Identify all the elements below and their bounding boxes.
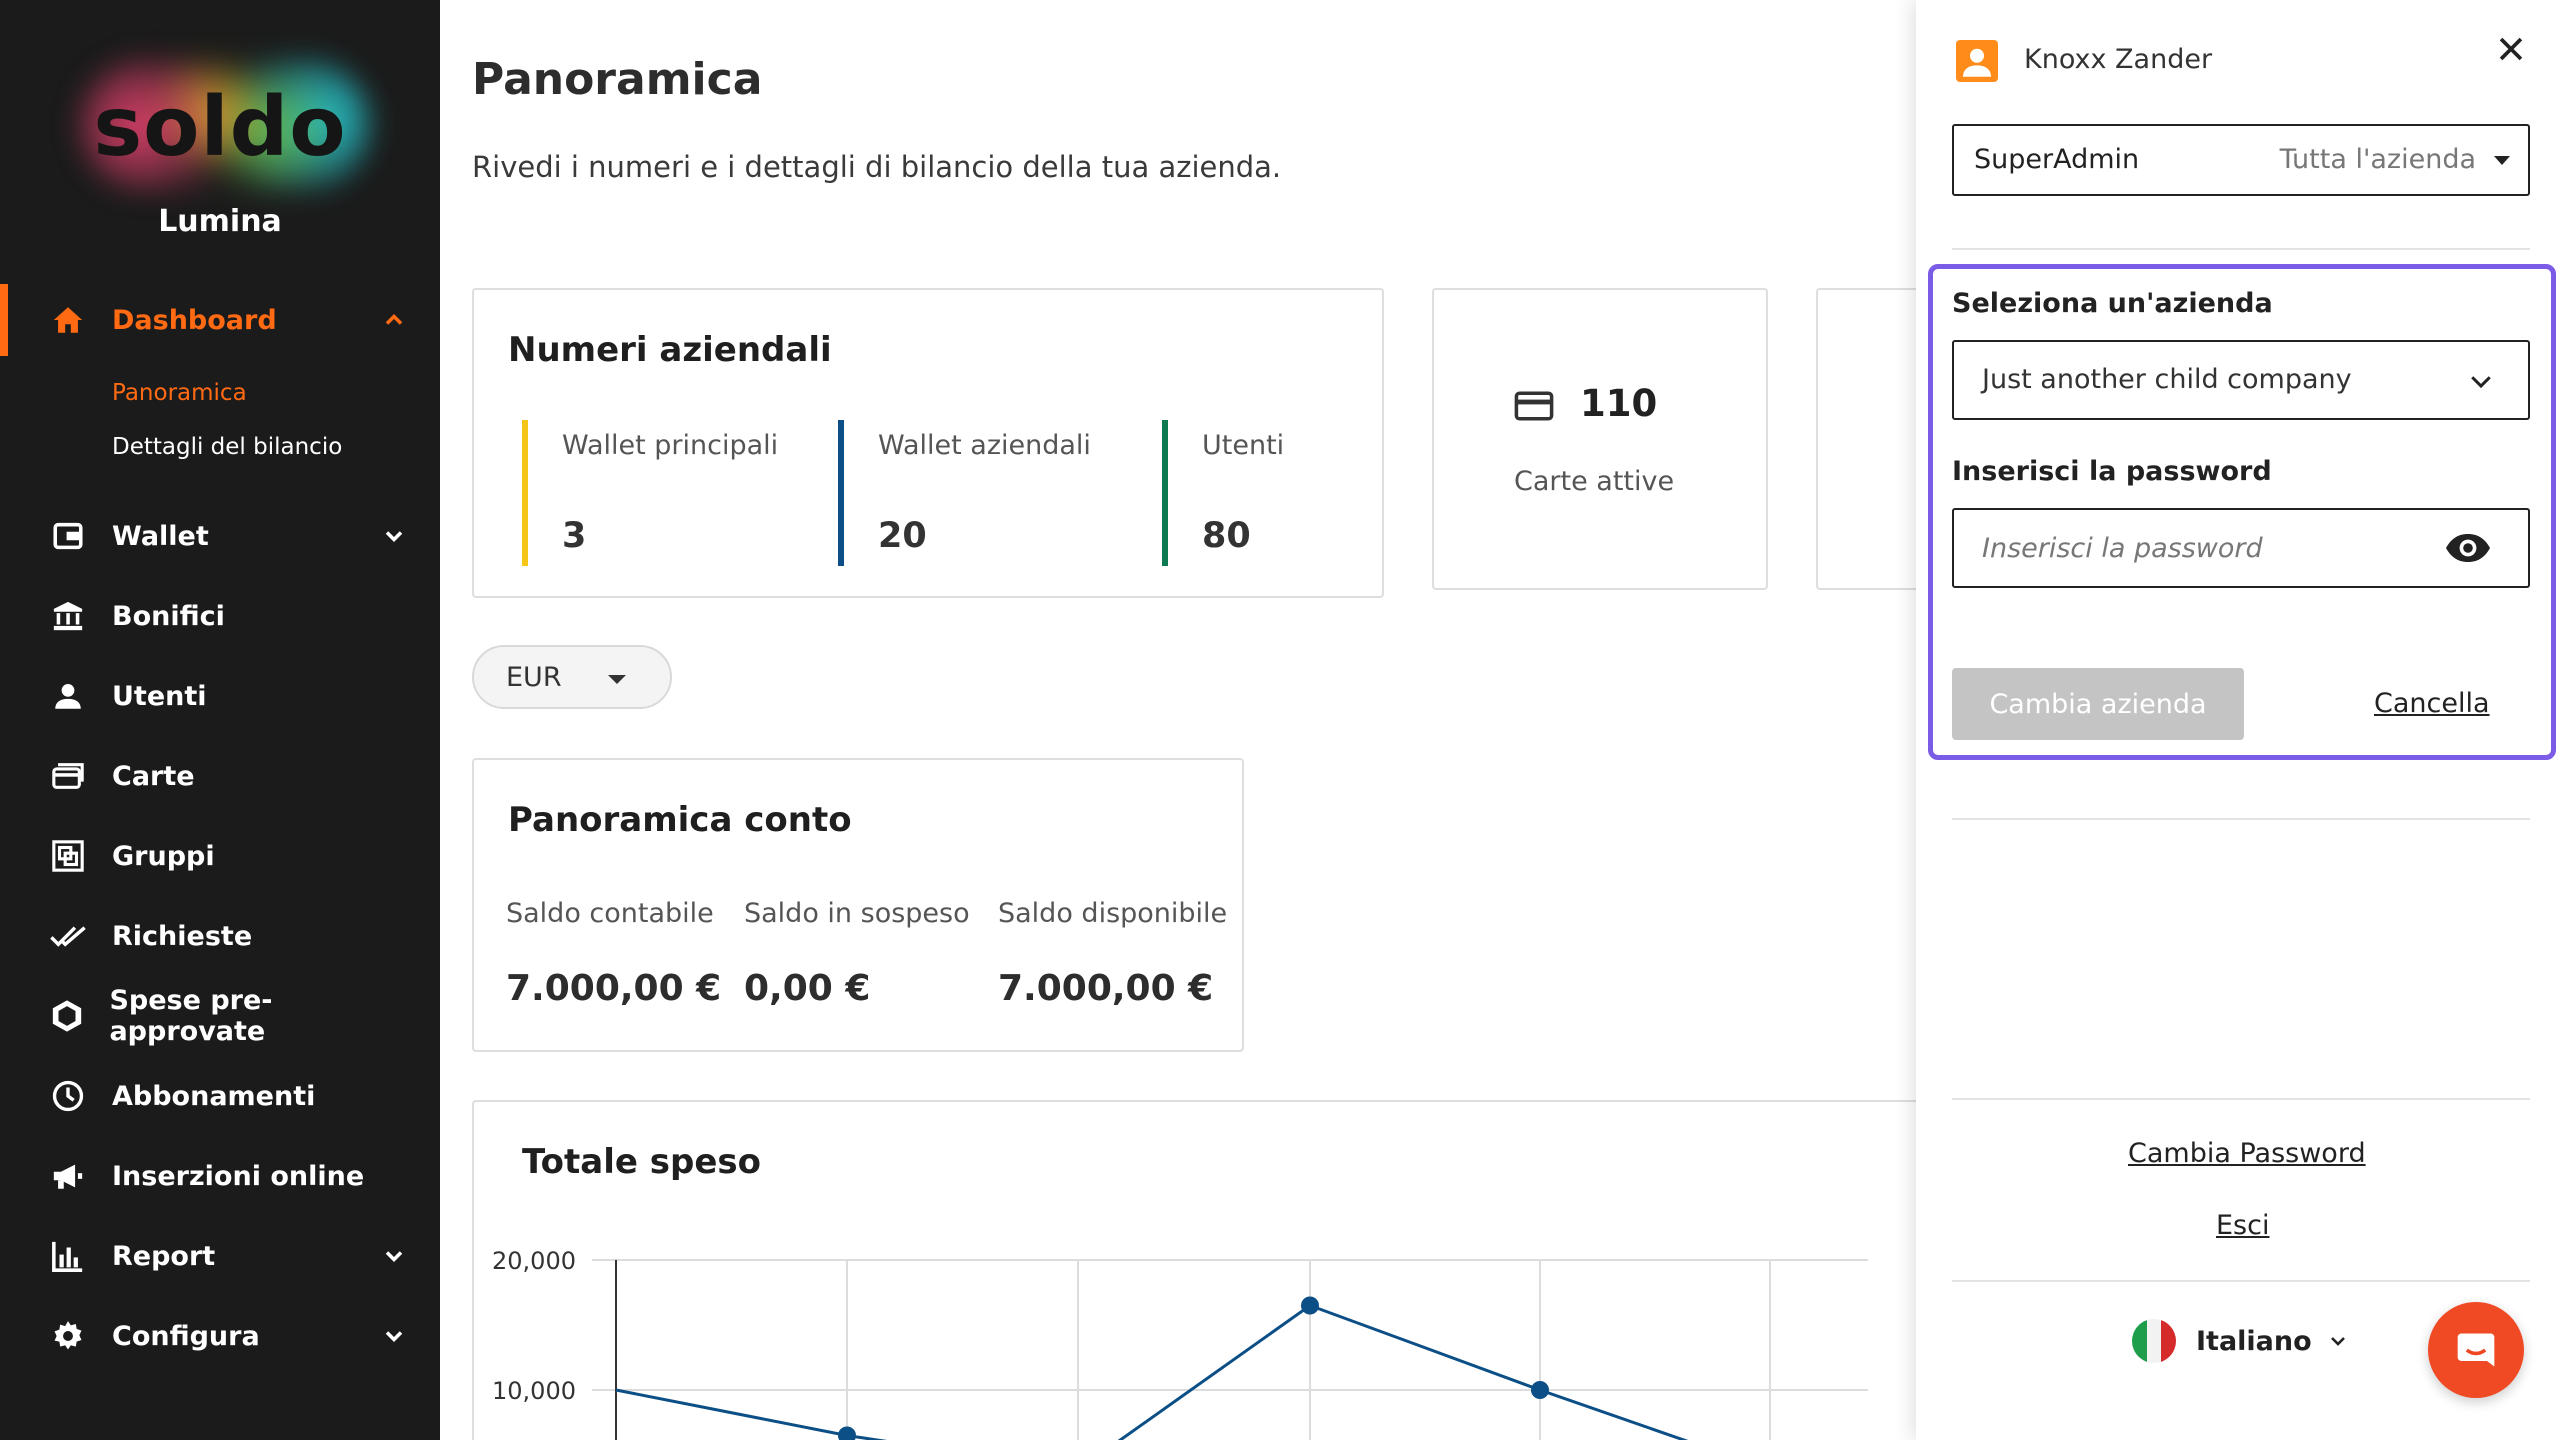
cards-icon (48, 756, 88, 796)
sidebar-item-label: Report (112, 1240, 216, 1272)
sidebar-item-label: Configura (112, 1320, 260, 1352)
account-panel: Knoxx Zander SuperAdmin Tutta l'azienda … (1916, 0, 2560, 1440)
sidebar-item-label: Utenti (112, 680, 207, 712)
sidebar-item-label: Gruppi (112, 840, 215, 872)
sidebar-item-dashboard[interactable]: Dashboard (48, 292, 408, 348)
chevron-down-icon (2471, 376, 2491, 389)
spend-line-chart: 20,000 10,000 (492, 1247, 1868, 1440)
double-check-icon (48, 916, 88, 956)
sidebar-item-label: Spese pre-approvate (109, 985, 273, 1047)
sidebar-item-utenti[interactable]: Utenti (48, 668, 408, 724)
credit-card-icon (1514, 391, 1554, 421)
sidebar-item-wallet[interactable]: Wallet (48, 508, 408, 564)
card-title: Totale speso (522, 1142, 762, 1182)
sidebar-item-label: Carte (112, 760, 195, 792)
scope-value: Tutta l'azienda (2279, 144, 2476, 175)
sidebar-item-label: Dashboard (112, 304, 277, 336)
balance-label-disponibile: Saldo disponibile (998, 898, 1228, 929)
chat-icon (2457, 1333, 2495, 1367)
chevron-down-icon (385, 1331, 403, 1342)
italy-flag-icon (2132, 1319, 2176, 1363)
divider (1952, 1280, 2530, 1282)
language-value: Italiano (2196, 1325, 2312, 1357)
bar-chart-icon (48, 1236, 88, 1276)
sidebar-item-label: Wallet (112, 520, 209, 552)
series-line (615, 1303, 1689, 1440)
sidebar-item-inserzioni-online[interactable]: Inserzioni online (48, 1148, 408, 1204)
caret-down-icon (2494, 156, 2510, 165)
sidebar-item-bonifici[interactable]: Bonifici (48, 588, 408, 644)
sidebar-item-gruppi[interactable]: Gruppi (48, 828, 408, 884)
bank-icon (48, 596, 88, 636)
user-name: Knoxx Zander (2024, 44, 2213, 75)
active-indicator (0, 284, 8, 356)
role-select[interactable]: SuperAdmin Tutta l'azienda (1952, 124, 2530, 196)
company-name: Lumina (158, 204, 282, 239)
groups-icon (48, 836, 88, 876)
data-point[interactable] (838, 1426, 856, 1440)
chevron-down-icon (2330, 1337, 2345, 1346)
sidebar-item-configura[interactable]: Configura (48, 1308, 408, 1364)
role-value: SuperAdmin (1974, 144, 2140, 175)
page-title: Panoramica (472, 54, 763, 105)
select-company-label: Seleziona un'azienda (1952, 288, 2273, 319)
sidebar-item-carte[interactable]: Carte (48, 748, 408, 804)
active-cards-label: Carte attive (1514, 466, 1675, 497)
sidebar-item-label: Bonifici (112, 600, 225, 632)
divider (1952, 1098, 2530, 1100)
wallet-icon (48, 516, 88, 556)
megaphone-icon (48, 1156, 88, 1196)
sidebar-item-label: Abbonamenti (112, 1080, 316, 1112)
balance-value-contabile: 7.000,00 € (506, 968, 722, 1009)
chat-support-button[interactable] (2428, 1302, 2524, 1398)
eye-icon[interactable] (2444, 530, 2492, 566)
sidebar-item-spese-pre-approvate[interactable]: Spese pre-approvate (48, 985, 408, 1047)
hexagon-icon (48, 996, 85, 1036)
chevron-down-icon (385, 531, 403, 542)
gear-icon (48, 1316, 88, 1356)
divider (1952, 818, 2530, 820)
password-label: Inserisci la password (1952, 456, 2272, 487)
home-icon (48, 300, 88, 340)
active-cards-count: 110 (1580, 382, 1658, 425)
sidebar-item-abbonamenti[interactable]: Abbonamenti (48, 1068, 408, 1124)
active-cards-card[interactable]: 110 Carte attive (1432, 288, 1768, 590)
company-select-value: Just another child company (1982, 364, 2352, 395)
soldo-logo: soldo (60, 40, 380, 210)
sidebar-item-label: Inserzioni online (112, 1160, 365, 1192)
currency-select[interactable]: EUR (472, 645, 672, 709)
change-password-link[interactable]: Cambia Password (2128, 1138, 2366, 1169)
y-tick-label: 20,000 (492, 1247, 576, 1275)
user-icon (48, 676, 88, 716)
user-avatar-icon (1956, 40, 1998, 82)
currency-value: EUR (506, 661, 562, 693)
data-point[interactable] (1301, 1296, 1319, 1315)
card-title: Numeri aziendali (508, 330, 832, 370)
sidebar: soldo Lumina Dashboard Panoramica Dettag… (0, 0, 440, 1440)
balance-value-disponibile: 7.000,00 € (998, 968, 1214, 1009)
card-title: Panoramica conto (508, 800, 852, 840)
language-select[interactable]: Italiano (2132, 1316, 2350, 1366)
balance-value-sospeso: 0,00 € (744, 968, 871, 1009)
clock-icon (48, 1076, 88, 1116)
chevron-down-icon (385, 1251, 403, 1262)
y-tick-label: 10,000 (492, 1377, 576, 1405)
sidebar-subitem-panoramica[interactable]: Panoramica (112, 380, 247, 406)
logout-link[interactable]: Esci (2216, 1210, 2269, 1241)
switch-company-button[interactable]: Cambia azienda (1952, 668, 2244, 740)
balance-label-sospeso: Saldo in sospeso (744, 898, 970, 929)
divider (1952, 248, 2530, 250)
chevron-up-icon (385, 314, 403, 325)
sidebar-item-label: Richieste (112, 920, 253, 952)
sidebar-item-report[interactable]: Report (48, 1228, 408, 1284)
close-icon[interactable] (2494, 32, 2528, 66)
page-subtitle: Rivedi i numeri e i dettagli di bilancio… (472, 150, 1282, 184)
sidebar-item-richieste[interactable]: Richieste (48, 908, 408, 964)
balance-label-contabile: Saldo contabile (506, 898, 714, 929)
cancel-link[interactable]: Cancella (2374, 688, 2490, 719)
caret-down-icon (608, 675, 626, 684)
data-point[interactable] (1531, 1381, 1549, 1399)
sidebar-subitem-dettagli-bilancio[interactable]: Dettagli del bilancio (112, 434, 342, 460)
company-select[interactable]: Just another child company (1952, 340, 2530, 420)
